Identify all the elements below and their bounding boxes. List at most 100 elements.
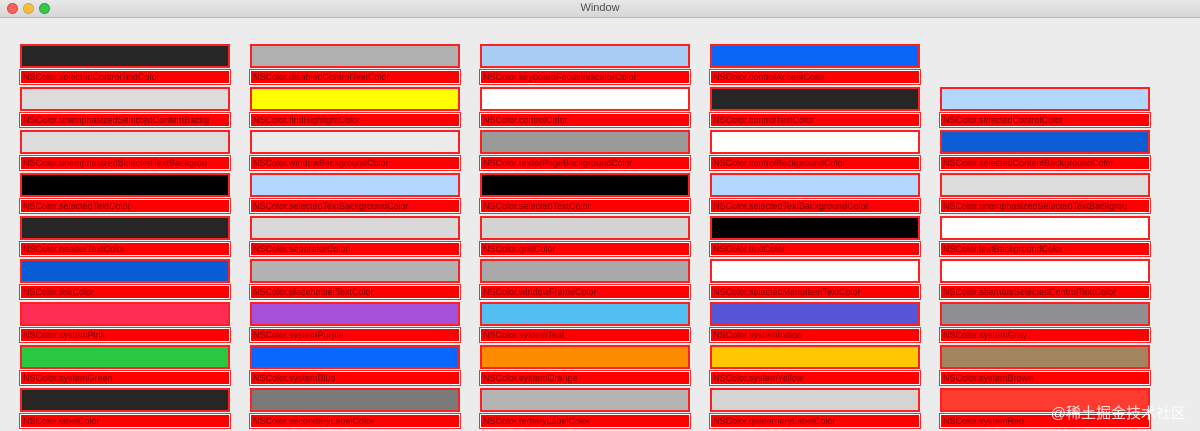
color-swatch (710, 130, 920, 154)
color-swatch (710, 388, 920, 412)
color-cell: NSColor.selectedControlTextColor (19, 44, 231, 85)
color-cell: NSColor.selectedTextBackgroundColor (249, 173, 461, 214)
color-swatch (480, 259, 690, 283)
color-cell: NSColor.secondaryLabelColor (249, 388, 461, 429)
color-swatch (710, 302, 920, 326)
color-swatch (250, 259, 460, 283)
color-name-label: NSColor.unemphasizedSelectedContentBackg (19, 112, 231, 128)
color-swatch (20, 173, 230, 197)
color-cell: NSColor.systemIndigo (709, 302, 921, 343)
color-swatch (250, 345, 460, 369)
color-name-label: NSColor.selectedTextColor (19, 198, 231, 214)
color-name-label: NSColor.quaternaryLabelColor (709, 413, 921, 429)
color-name-label: NSColor.underPageBackgroundColor (479, 155, 691, 171)
color-name-label: NSColor.alternateSelectedControlTextColo… (939, 284, 1151, 300)
color-name-label: NSColor.controlTextColor (709, 112, 921, 128)
color-name-label: NSColor.findHighlightColor (249, 112, 461, 128)
color-swatch (940, 345, 1150, 369)
color-name-label: NSColor.selectedControlTextColor (19, 69, 231, 85)
color-cell: NSColor.textBackgroundColor (939, 216, 1151, 257)
color-cell: NSColor.placeholderTextColor (249, 259, 461, 300)
color-cell: NSColor.tertiaryLabelColor (479, 388, 691, 429)
color-name-label: NSColor.linkColor (19, 284, 231, 300)
color-name-label: NSColor.systemPink (19, 327, 231, 343)
color-name-label: NSColor.controlColor (479, 112, 691, 128)
color-name-label: NSColor.systemTeal (479, 327, 691, 343)
color-swatch (710, 259, 920, 283)
color-cell: NSColor.systemGray (939, 302, 1151, 343)
color-swatch (20, 345, 230, 369)
color-name-label: NSColor.selectedContentBackgroundColor (939, 155, 1151, 171)
color-cell: NSColor.underPageBackgroundColor (479, 130, 691, 171)
color-name-label: NSColor.unemphasizedSelectedTextBackgrou (939, 198, 1151, 214)
color-swatch (250, 87, 460, 111)
color-swatch (250, 388, 460, 412)
color-cell: NSColor.windowFrameColor (479, 259, 691, 300)
color-cell: NSColor.systemPurple (249, 302, 461, 343)
color-name-label: NSColor.systemYellow (709, 370, 921, 386)
color-name-label: NSColor.selectedTextBackgroundColor (709, 198, 921, 214)
color-name-label: NSColor.windowBackgroundColor (249, 155, 461, 171)
watermark-text: @稀土掘金技术社区 (1050, 405, 1186, 422)
color-cell: NSColor.linkColor (19, 259, 231, 300)
color-cell: NSColor.unemphasizedSelectedTextBackgrou (939, 173, 1151, 214)
color-cell: NSColor.systemTeal (479, 302, 691, 343)
color-cell: NSColor.separatorColor (249, 216, 461, 257)
color-swatch (940, 173, 1150, 197)
color-swatch (20, 130, 230, 154)
color-swatch (480, 388, 690, 412)
color-name-label: NSColor.separatorColor (249, 241, 461, 257)
color-name-label: NSColor.tertiaryLabelColor (479, 413, 691, 429)
color-swatch (480, 87, 690, 111)
color-swatch (480, 44, 690, 68)
color-name-label: NSColor.headerTextColor (19, 241, 231, 257)
color-cell: NSColor.controlBackgroundColor (709, 130, 921, 171)
color-cell: NSColor.windowBackgroundColor (249, 130, 461, 171)
color-swatch (20, 87, 230, 111)
color-cell: NSColor.selectedTextColor (19, 173, 231, 214)
color-name-label: NSColor.controlBackgroundColor (709, 155, 921, 171)
color-name-label: NSColor.systemBlue (249, 370, 461, 386)
color-name-label: NSColor.textBackgroundColor (939, 241, 1151, 257)
color-swatch (480, 130, 690, 154)
color-name-label: NSColor.systemOrange (479, 370, 691, 386)
app-window: Window NSColor.selectedControlTextColor N… (0, 0, 1200, 431)
title-bar[interactable]: Window (0, 0, 1200, 18)
color-name-label: NSColor.labelColor (19, 413, 231, 429)
color-swatch (20, 44, 230, 68)
color-cell: NSColor.systemBlue (249, 345, 461, 386)
color-cell: NSColor.controlColor (479, 87, 691, 128)
color-swatch (710, 345, 920, 369)
color-cell: NSColor.headerTextColor (19, 216, 231, 257)
color-cell: NSColor.controlAccentColor (709, 44, 921, 85)
color-name-label: NSColor.systemGray (939, 327, 1151, 343)
color-cell: NSColor.systemPink (19, 302, 231, 343)
color-swatch (940, 259, 1150, 283)
color-swatch (940, 130, 1150, 154)
color-name-label: NSColor.disabledControlTextColor (249, 69, 461, 85)
color-name-label: NSColor.systemGreen (19, 370, 231, 386)
color-cell: NSColor.systemGreen (19, 345, 231, 386)
color-cell: NSColor.systemBrown (939, 345, 1151, 386)
color-name-label: NSColor.windowFrameColor (479, 284, 691, 300)
color-name-label: NSColor.keyboardFocusIndicatorColor (479, 69, 691, 85)
color-swatch (480, 302, 690, 326)
color-name-label: NSColor.selectedTextColor (479, 198, 691, 214)
color-swatch (940, 302, 1150, 326)
color-swatch (710, 216, 920, 240)
color-cell: NSColor.labelColor (19, 388, 231, 429)
color-cell: NSColor.selectedContentBackgroundColor (939, 130, 1151, 171)
color-name-label: NSColor.controlAccentColor (709, 69, 921, 85)
color-cell: NSColor.selectedControlColor (939, 87, 1151, 128)
color-swatch (20, 216, 230, 240)
color-name-label: NSColor.gridColor (479, 241, 691, 257)
color-swatch (480, 216, 690, 240)
color-cell: NSColor.quaternaryLabelColor (709, 388, 921, 429)
color-name-label: NSColor.selectedTextBackgroundColor (249, 198, 461, 214)
color-swatch (710, 44, 920, 68)
color-cell: NSColor.systemOrange (479, 345, 691, 386)
color-swatch (480, 345, 690, 369)
color-swatch (20, 259, 230, 283)
color-name-label: NSColor.systemIndigo (709, 327, 921, 343)
color-cell: NSColor.textColor (709, 216, 921, 257)
